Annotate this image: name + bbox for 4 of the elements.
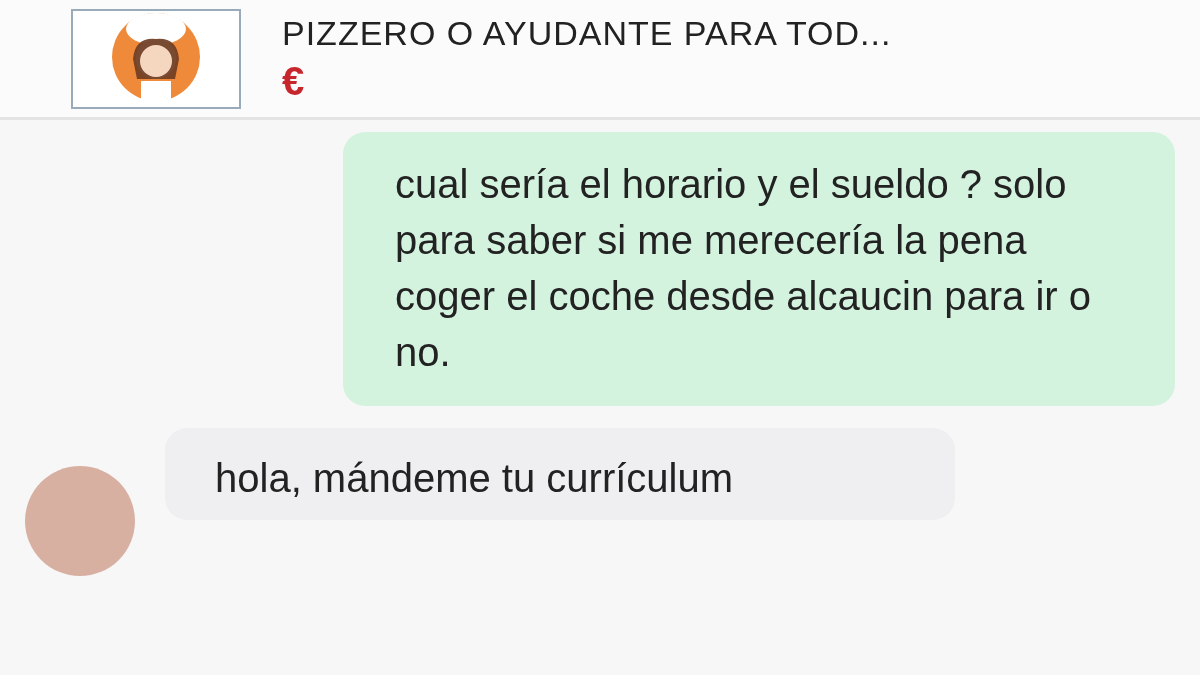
listing-title: PIZZERO O AYUDANTE PARA TOD... xyxy=(282,13,892,53)
sent-message-bubble: cual sería el horario y el sueldo ? solo para saber si me merecería la pena coger el coche desde alcaucin para ir o no. xyxy=(343,132,1175,406)
received-message-bubble: hola, mándeme tu currículum xyxy=(165,428,955,520)
price-symbol: € xyxy=(282,58,306,104)
